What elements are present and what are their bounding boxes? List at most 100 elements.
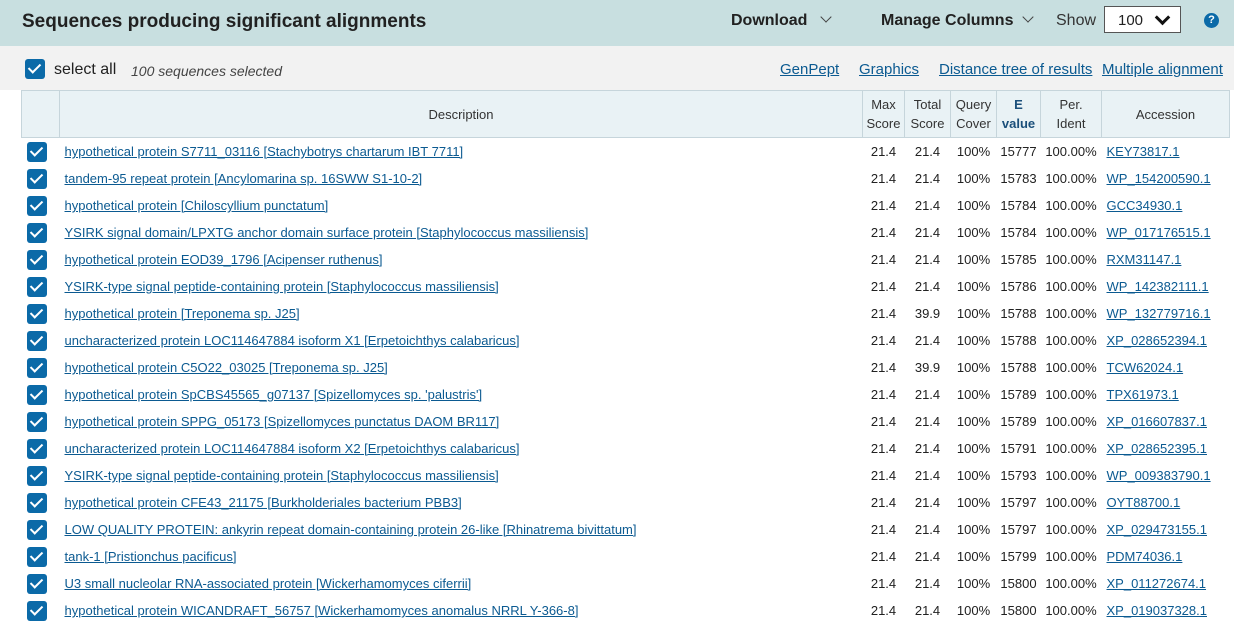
accession-link[interactable]: RXM31147.1 [1102,252,1182,267]
row-checkbox[interactable] [26,466,47,486]
e-value-cell: 15800 [1000,603,1037,618]
description-cell: hypothetical protein C5O22_03025 [Trepon… [60,354,863,381]
accession-link[interactable]: TCW62024.1 [1102,360,1184,375]
description-link[interactable]: YSIRK-type signal peptide-containing pro… [60,468,499,483]
total-score-cell: 21.4 [914,468,941,483]
query-cover-cell: 100% [956,144,991,159]
description-link[interactable]: hypothetical protein SPPG_05173 [Spizell… [60,414,500,429]
accession-link[interactable]: OYT88700.1 [1102,495,1181,510]
help-icon[interactable]: ? [1204,13,1219,28]
description-cell: tank-1 [Pristionchus pacificus] [60,543,863,570]
description-link[interactable]: hypothetical protein S7711_03116 [Stachy… [60,144,464,159]
description-link[interactable]: YSIRK-type signal peptide-containing pro… [60,279,499,294]
description-link[interactable]: hypothetical protein WICANDRAFT_56757 [W… [60,603,579,618]
row-checkbox[interactable] [26,385,47,405]
accession-link[interactable]: GCC34930.1 [1102,198,1183,213]
row-checkbox[interactable] [26,358,47,378]
manage-columns-menu[interactable]: Manage Columns [881,12,1013,30]
accession-link[interactable]: XP_028652395.1 [1102,441,1207,456]
per-ident-cell: 100.00% [1045,603,1097,618]
accession-link[interactable]: WP_132779716.1 [1102,306,1211,321]
description-cell: hypothetical protein SPPG_05173 [Spizell… [60,408,863,435]
genpept-link[interactable]: GenPept [780,61,839,78]
row-checkbox[interactable] [26,169,47,189]
description-link[interactable]: hypothetical protein CFE43_21175 [Burkho… [60,495,462,510]
select-all-checkbox[interactable] [25,59,45,79]
row-checkbox[interactable] [26,412,47,432]
per-ident-cell: 100.00% [1045,387,1097,402]
table-header-row: Description Max Score Total Score Query Cov… [21,90,1230,138]
description-link[interactable]: hypothetical protein SpCBS45565_g07137 [… [60,387,483,402]
query-cover-cell: 100% [956,495,991,510]
accession-link[interactable]: XP_028652394.1 [1102,333,1207,348]
e-value-cell: 15800 [1000,576,1037,591]
per-ident-cell: 100.00% [1045,549,1097,564]
row-checkbox[interactable] [26,520,47,540]
max-score-cell: 21.4 [870,360,897,375]
column-header-e-value[interactable]: Evalue [996,90,1041,138]
accession-link[interactable]: WP_142382111.1 [1102,279,1209,294]
table-row: tandem-95 repeat protein [Ancylomarina s… [22,165,1230,192]
description-cell: YSIRK-type signal peptide-containing pro… [60,273,863,300]
column-header-description[interactable]: Description [59,90,863,138]
description-cell: hypothetical protein [Treponema sp. J25] [60,300,863,327]
select-all-label[interactable]: select all [54,61,116,79]
accession-cell: RXM31147.1 [1102,246,1230,273]
accession-cell: TPX61973.1 [1102,381,1230,408]
description-link[interactable]: hypothetical protein C5O22_03025 [Trepon… [60,360,388,375]
selected-count: 100 sequences selected [131,63,282,79]
row-checkbox[interactable] [26,196,47,216]
table-row: YSIRK signal domain/LPXTG anchor domain … [22,219,1230,246]
accession-link[interactable]: WP_154200590.1 [1102,171,1211,186]
accession-link[interactable]: WP_009383790.1 [1102,468,1211,483]
per-ident-cell: 100.00% [1045,198,1097,213]
column-header-total-score[interactable]: Total Score [904,90,951,138]
column-header-query-cover[interactable]: Query Cover [950,90,997,138]
max-score-cell: 21.4 [870,252,897,267]
accession-link[interactable]: XP_011272674.1 [1102,576,1207,591]
description-link[interactable]: LOW QUALITY PROTEIN: ankyrin repeat doma… [60,522,637,537]
table-row: hypothetical protein SPPG_05173 [Spizell… [22,408,1230,435]
description-link[interactable]: uncharacterized protein LOC114647884 iso… [60,333,520,348]
download-chevron-icon[interactable] [820,11,832,23]
description-link[interactable]: U3 small nucleolar RNA-associated protei… [60,576,472,591]
row-checkbox[interactable] [26,547,47,567]
column-header-max-score[interactable]: Max Score [862,90,905,138]
accession-link[interactable]: PDM74036.1 [1102,549,1183,564]
column-header-per-ident[interactable]: Per. Ident [1040,90,1102,138]
accession-link[interactable]: XP_016607837.1 [1102,414,1207,429]
row-checkbox[interactable] [26,574,47,594]
row-checkbox[interactable] [26,331,47,351]
description-cell: hypothetical protein SpCBS45565_g07137 [… [60,381,863,408]
row-checkbox[interactable] [26,601,47,621]
accession-link[interactable]: KEY73817.1 [1102,144,1180,159]
description-link[interactable]: tank-1 [Pristionchus pacificus] [60,549,237,564]
show-count-select[interactable]: 100 [1104,6,1181,33]
description-cell: tandem-95 repeat protein [Ancylomarina s… [60,165,863,192]
accession-link[interactable]: WP_017176515.1 [1102,225,1211,240]
row-checkbox[interactable] [26,304,47,324]
row-checkbox[interactable] [26,223,47,243]
description-link[interactable]: hypothetical protein [Treponema sp. J25] [60,306,300,321]
distance-tree-link[interactable]: Distance tree of results [939,61,1092,78]
row-checkbox[interactable] [26,277,47,297]
description-link[interactable]: YSIRK signal domain/LPXTG anchor domain … [60,225,589,240]
graphics-link[interactable]: Graphics [859,61,919,78]
manage-columns-chevron-icon[interactable] [1022,11,1034,23]
download-menu[interactable]: Download [731,12,807,30]
row-checkbox[interactable] [26,250,47,270]
description-link[interactable]: hypothetical protein EOD39_1796 [Acipens… [60,252,383,267]
description-link[interactable]: hypothetical protein [Chiloscyllium punc… [60,198,329,213]
row-checkbox[interactable] [26,142,47,162]
row-select-cell [22,543,60,570]
column-header-accession[interactable]: Accession [1101,90,1230,138]
multiple-alignment-link[interactable]: Multiple alignment [1102,61,1223,78]
description-link[interactable]: tandem-95 repeat protein [Ancylomarina s… [60,171,423,186]
accession-link[interactable]: XP_019037328.1 [1102,603,1207,618]
accession-cell: OYT88700.1 [1102,489,1230,516]
row-checkbox[interactable] [26,439,47,459]
accession-link[interactable]: XP_029473155.1 [1102,522,1207,537]
row-checkbox[interactable] [26,493,47,513]
accession-link[interactable]: TPX61973.1 [1102,387,1179,402]
description-link[interactable]: uncharacterized protein LOC114647884 iso… [60,441,520,456]
